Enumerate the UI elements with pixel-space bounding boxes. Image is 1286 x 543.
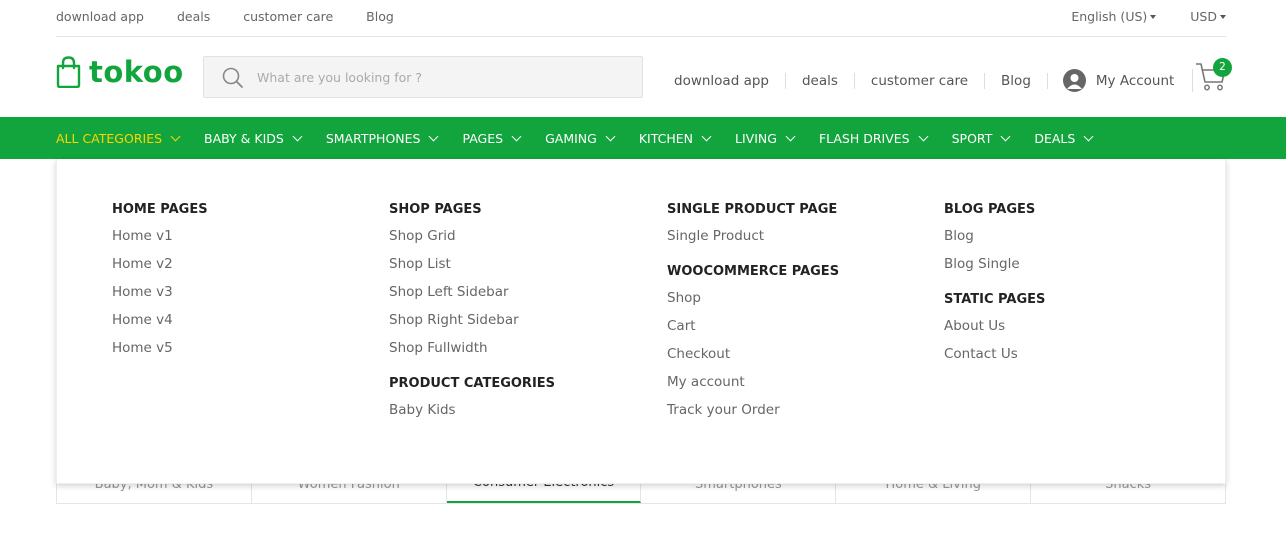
chevron-down-icon <box>785 131 796 141</box>
mega-link[interactable]: Home v4 <box>112 306 208 334</box>
header-links: download app deals customer care Blog My… <box>674 69 1194 92</box>
top-bar: download app deals customer care Blog En… <box>56 0 1226 37</box>
my-account-label: My Account <box>1095 72 1175 89</box>
mega-heading: BLOG PAGES <box>944 202 1036 217</box>
nav-label: KITCHEN <box>638 130 693 146</box>
my-account-link[interactable]: My Account <box>1048 69 1194 92</box>
nav-label: DEALS <box>1034 130 1076 146</box>
mega-link[interactable]: Contact Us <box>944 340 1045 368</box>
nav-all-categories[interactable]: ALL CATEGORIES <box>56 130 181 146</box>
nav-gaming[interactable]: GAMING <box>545 130 616 146</box>
mega-col-single-product: SINGLE PRODUCT PAGE Single Product WOOCO… <box>667 203 839 424</box>
top-link-customer-care[interactable]: customer care <box>243 9 333 24</box>
nav-living[interactable]: LIVING <box>735 130 796 146</box>
nav-label: LIVING <box>735 130 777 146</box>
mega-link[interactable]: Baby Kids <box>389 396 555 424</box>
nav-pages[interactable]: PAGES <box>462 130 522 146</box>
shopping-bag-icon <box>56 56 81 88</box>
nav-deals[interactable]: DEALS <box>1034 130 1094 146</box>
mega-link[interactable]: Checkout <box>667 340 839 368</box>
currency-dropdown[interactable]: USD <box>1190 9 1226 24</box>
nav-baby-kids[interactable]: BABY & KIDS <box>204 130 303 146</box>
chevron-down-icon <box>701 131 712 141</box>
mega-col-blog-pages: BLOG PAGES Blog Blog Single STATIC PAGES… <box>944 203 1045 368</box>
currency-label: USD <box>1190 9 1217 24</box>
search-icon[interactable] <box>222 67 244 89</box>
chevron-down-icon <box>429 131 439 141</box>
nav-label: PAGES <box>462 130 504 146</box>
header-link-customer-care[interactable]: customer care <box>855 72 986 89</box>
caret-down-icon <box>1220 15 1226 19</box>
mega-heading: PRODUCT CATEGORIES <box>389 376 556 391</box>
mega-link[interactable]: Cart <box>667 312 839 340</box>
logo[interactable]: tokoo <box>56 56 184 88</box>
caret-down-icon <box>1150 15 1157 19</box>
chevron-down-icon <box>1083 131 1094 141</box>
mega-link[interactable]: Blog <box>944 222 1045 250</box>
top-link-blog[interactable]: Blog <box>366 9 394 24</box>
mega-link[interactable]: Home v3 <box>112 278 208 306</box>
nav-label: SMARTPHONES <box>325 130 421 146</box>
cart-count-badge: 2 <box>1213 58 1232 77</box>
nav-smartphones[interactable]: SMARTPHONES <box>325 130 439 146</box>
mega-link[interactable]: Shop Right Sidebar <box>389 306 555 334</box>
nav-label: FLASH DRIVES <box>818 130 910 146</box>
mega-link[interactable]: Shop Fullwidth <box>389 334 555 362</box>
mega-link[interactable]: My account <box>667 368 839 396</box>
top-link-download-app[interactable]: download app <box>56 9 144 24</box>
top-links: download app deals customer care Blog <box>56 9 427 24</box>
mega-menu: HOME PAGES Home v1 Home v2 Home v3 Home … <box>56 159 1226 484</box>
mega-heading: WOOCOMMERCE PAGES <box>667 264 840 279</box>
mega-link[interactable]: Blog Single <box>944 250 1045 278</box>
search-placeholder: What are you looking for ? <box>257 70 423 85</box>
mega-heading: SHOP PAGES <box>389 202 482 217</box>
header: tokoo What are you looking for ? downloa… <box>56 37 1232 117</box>
mega-link[interactable]: Home v1 <box>112 222 208 250</box>
language-label: English (US) <box>1071 9 1148 24</box>
logo-text: tokoo <box>89 54 184 89</box>
top-selectors: English (US) USD <box>1037 9 1226 24</box>
mega-heading: HOME PAGES <box>112 202 208 217</box>
chevron-down-icon <box>918 131 929 141</box>
chevron-down-icon <box>1000 131 1011 141</box>
mega-col-shop-pages: SHOP PAGES Shop Grid Shop List Shop Left… <box>389 203 555 424</box>
mega-link[interactable]: Home v5 <box>112 334 208 362</box>
nav-flash-drives[interactable]: FLASH DRIVES <box>818 130 929 146</box>
language-dropdown[interactable]: English (US) <box>1071 9 1157 24</box>
mega-col-home-pages: HOME PAGES Home v1 Home v2 Home v3 Home … <box>112 203 208 362</box>
mega-link[interactable]: Shop <box>667 284 839 312</box>
mega-link[interactable]: Shop Grid <box>389 222 555 250</box>
chevron-down-icon <box>292 131 303 141</box>
nav-label: GAMING <box>545 130 597 146</box>
chevron-down-icon <box>605 131 616 141</box>
nav-label: BABY & KIDS <box>204 130 284 146</box>
mega-heading: STATIC PAGES <box>944 292 1046 307</box>
chevron-down-icon <box>170 131 181 141</box>
mega-link[interactable]: Track your Order <box>667 396 839 424</box>
nav-kitchen[interactable]: KITCHEN <box>638 130 712 146</box>
nav-sport[interactable]: SPORT <box>951 130 1011 146</box>
mega-link[interactable]: About Us <box>944 312 1045 340</box>
mega-link[interactable]: Single Product <box>667 222 839 250</box>
search-input[interactable]: What are you looking for ? <box>203 56 643 98</box>
header-link-download-app[interactable]: download app <box>674 72 786 89</box>
category-nav: ALL CATEGORIES BABY & KIDS SMARTPHONES P… <box>0 117 1286 159</box>
top-link-deals[interactable]: deals <box>177 9 210 24</box>
mega-heading: SINGLE PRODUCT PAGE <box>667 202 838 217</box>
nav-label: ALL CATEGORIES <box>56 130 163 146</box>
mega-link[interactable]: Shop List <box>389 250 555 278</box>
mega-link[interactable]: Home v2 <box>112 250 208 278</box>
mega-link[interactable]: Shop Left Sidebar <box>389 278 555 306</box>
nav-label: SPORT <box>951 130 993 146</box>
chevron-down-icon <box>511 131 522 141</box>
header-link-blog[interactable]: Blog <box>985 72 1048 89</box>
header-link-deals[interactable]: deals <box>786 72 855 89</box>
user-avatar-icon <box>1062 69 1086 92</box>
